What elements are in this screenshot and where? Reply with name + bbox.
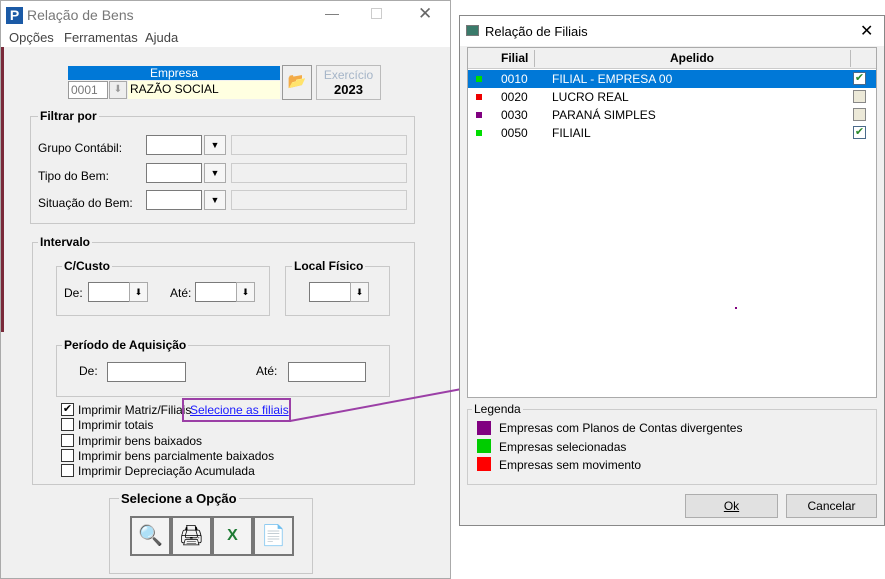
filial-row[interactable]: 0050 FILIAIL ✔ [468, 124, 876, 142]
legend-label-selected: Empresas selecionadas [499, 440, 627, 454]
filial-checkbox[interactable] [853, 90, 866, 103]
cancel-button[interactable]: Cancelar [786, 494, 877, 518]
ok-button[interactable]: Ok [685, 494, 778, 518]
dialog-title-bar: Relação de Filiais ✕ [460, 16, 884, 46]
status-color-icon [476, 76, 482, 82]
filial-row[interactable]: 0020 LUCRO REAL [468, 88, 876, 106]
filial-apelido: PARANÁ SIMPLES [552, 108, 656, 122]
dialog-close-button[interactable]: ✕ [860, 21, 873, 41]
legend-label-divergent: Empresas com Planos de Contas divergente… [499, 421, 743, 435]
filial-code: 0030 [501, 108, 528, 122]
legend-swatch-divergent [477, 421, 491, 435]
legend-label-no-movement: Empresas sem movimento [499, 458, 642, 472]
filial-row[interactable]: 0010 FILIAL - EMPRESA 00 ✔ [468, 70, 876, 88]
filial-code: 0050 [501, 126, 528, 140]
legend-swatch-selected [477, 439, 491, 453]
dialog-app-icon [466, 25, 479, 36]
filial-checkbox[interactable] [853, 108, 866, 121]
status-color-icon [476, 94, 482, 100]
dialog-title: Relação de Filiais [485, 24, 588, 39]
stray-dot [735, 307, 737, 309]
grid-header: Filial Apelido [468, 48, 876, 69]
legend-title: Legenda [472, 402, 523, 416]
filial-code: 0020 [501, 90, 528, 104]
filial-row[interactable]: 0030 PARANÁ SIMPLES [468, 106, 876, 124]
status-color-icon [476, 112, 482, 118]
column-apelido[interactable]: Apelido [670, 51, 714, 65]
legend-swatch-no-movement [477, 457, 491, 471]
filial-apelido: FILIAIL [552, 126, 591, 140]
filial-code: 0010 [501, 72, 528, 86]
filial-apelido: FILIAL - EMPRESA 00 [552, 72, 673, 86]
column-filial[interactable]: Filial [501, 51, 528, 65]
filial-checkbox[interactable]: ✔ [853, 126, 866, 139]
filial-checkbox[interactable]: ✔ [853, 72, 866, 85]
status-color-icon [476, 130, 482, 136]
filial-apelido: LUCRO REAL [552, 90, 629, 104]
